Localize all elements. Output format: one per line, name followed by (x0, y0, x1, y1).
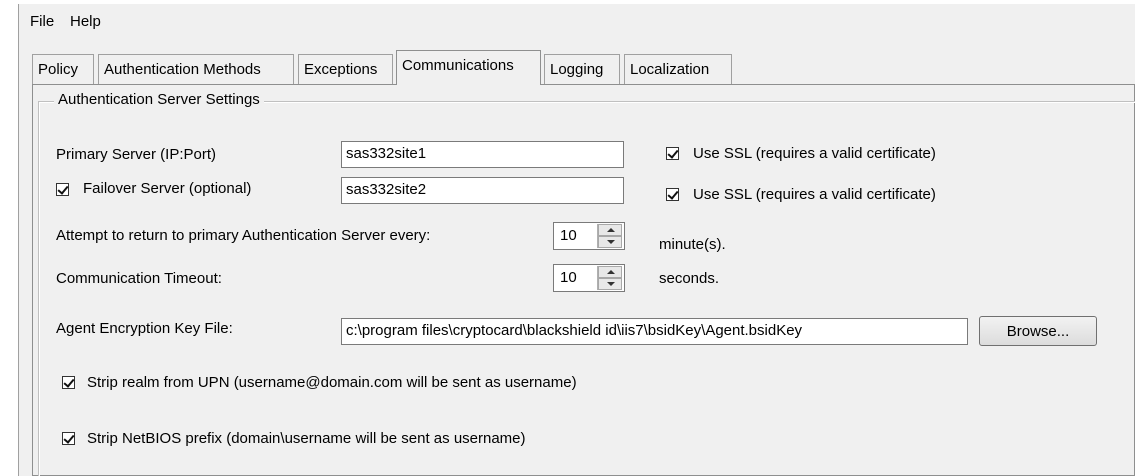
menu-help[interactable]: Help (70, 13, 101, 30)
failover-server-input[interactable]: sas332site2 (341, 177, 624, 204)
tab-logging[interactable]: Logging (544, 54, 620, 84)
failover-ssl-checkbox[interactable] (666, 188, 679, 201)
tab-localization[interactable]: Localization (624, 54, 732, 84)
menu-file[interactable]: File (30, 13, 54, 30)
group-title: Authentication Server Settings (54, 91, 264, 108)
tab-communications[interactable]: Communications (396, 50, 541, 85)
strip-realm-checkbox[interactable] (62, 376, 75, 389)
key-file-input[interactable]: c:\program files\cryptocard\blackshield … (341, 318, 968, 345)
spin-down-icon[interactable] (598, 236, 622, 248)
attempt-return-unit: minute(s). (659, 236, 726, 253)
primary-server-input[interactable]: sas332site1 (341, 141, 624, 168)
failover-server-checkbox[interactable] (56, 183, 69, 196)
primary-server-label: Primary Server (IP:Port) (56, 146, 217, 163)
failover-server-label: Failover Server (optional) (83, 180, 252, 197)
tab-authentication-methods[interactable]: Authentication Methods (98, 54, 294, 84)
failover-ssl-label: Use SSL (requires a valid certificate) (693, 186, 936, 203)
communication-timeout-value: 10 (560, 269, 577, 286)
browse-button[interactable]: Browse... (979, 316, 1097, 346)
attempt-return-value: 10 (560, 227, 577, 244)
primary-ssl-checkbox[interactable] (666, 147, 679, 160)
communication-timeout-unit: seconds. (659, 270, 720, 287)
attempt-return-label: Attempt to return to primary Authenticat… (56, 227, 431, 244)
communication-timeout-spin-buttons (597, 266, 622, 290)
spin-down-icon[interactable] (598, 278, 622, 290)
tab-exceptions[interactable]: Exceptions (298, 54, 393, 84)
communication-timeout-spinner[interactable]: 10 (553, 264, 625, 292)
attempt-return-spin-buttons (597, 224, 622, 248)
spin-up-icon[interactable] (598, 266, 622, 278)
attempt-return-spinner[interactable]: 10 (553, 222, 625, 250)
communication-timeout-label: Communication Timeout: (56, 270, 222, 287)
tab-policy[interactable]: Policy (32, 54, 94, 84)
strip-netbios-label: Strip NetBIOS prefix (domain\username wi… (87, 430, 526, 447)
strip-netbios-checkbox[interactable] (62, 432, 75, 445)
primary-ssl-label: Use SSL (requires a valid certificate) (693, 145, 936, 162)
strip-realm-label: Strip realm from UPN (username@domain.co… (87, 374, 577, 391)
key-file-label: Agent Encryption Key File: (56, 320, 233, 337)
spin-up-icon[interactable] (598, 224, 622, 236)
